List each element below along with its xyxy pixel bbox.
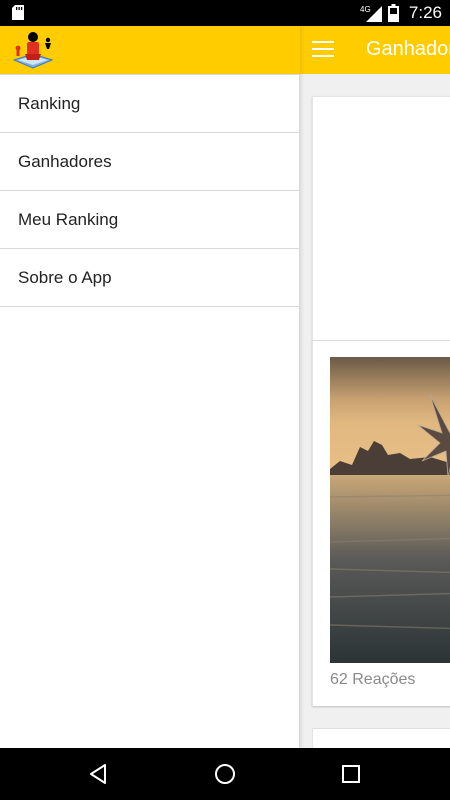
status-bar: 4G 7:26	[0, 0, 450, 26]
app-bar: Ganhadores	[300, 26, 450, 74]
sd-card-icon	[12, 5, 24, 20]
drawer-item-sobre-o-app[interactable]: Sobre o App	[0, 249, 300, 307]
drawer-item-label: Ganhadores	[18, 151, 112, 171]
post-card[interactable]: 62 Reações	[312, 340, 450, 706]
drawer-item-label: Ranking	[18, 93, 81, 113]
post-card-empty[interactable]	[312, 96, 450, 340]
reactions-count: 62 Reações	[330, 671, 416, 688]
drawer-item-label: Meu Ranking	[18, 209, 119, 229]
network-type: 4G	[360, 5, 371, 14]
drawer-item-meu-ranking[interactable]: Meu Ranking	[0, 191, 300, 249]
post-photo[interactable]	[330, 357, 450, 663]
hamburger-menu-icon[interactable]	[312, 41, 334, 59]
feed[interactable]: 62 Reações	[300, 74, 450, 748]
navigation-drawer: Ranking Ganhadores Meu Ranking Sobre o A…	[0, 26, 300, 748]
drawer-item-ganhadores[interactable]: Ganhadores	[0, 133, 300, 191]
drawer-menu: Ranking Ganhadores Meu Ranking Sobre o A…	[0, 74, 300, 307]
signal-icon: 4G	[360, 5, 382, 22]
drawer-item-label: Sobre o App	[18, 267, 112, 287]
post-card-next[interactable]	[312, 728, 450, 748]
clock: 7:26	[408, 3, 442, 22]
app-title: Ganhadores	[366, 38, 450, 60]
screen: 4G 7:26 Ganhadores	[0, 0, 450, 800]
drawer-header	[0, 26, 300, 74]
recents-icon[interactable]	[339, 762, 363, 786]
home-icon[interactable]	[213, 762, 237, 786]
battery-icon	[387, 4, 399, 22]
app-logo-icon	[12, 32, 54, 69]
drawer-item-ranking[interactable]: Ranking	[0, 75, 300, 133]
status-icons: 4G 7:26	[360, 0, 442, 26]
system-nav-bar	[0, 748, 450, 800]
back-icon[interactable]	[86, 762, 110, 786]
